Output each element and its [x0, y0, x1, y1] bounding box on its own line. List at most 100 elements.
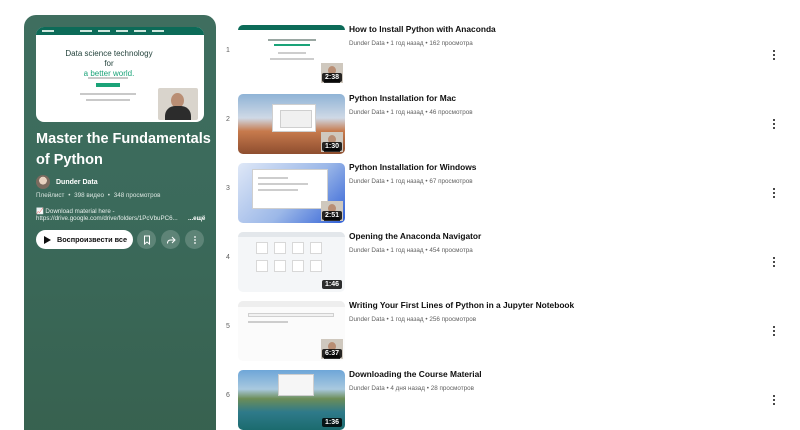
video-index: 2 — [226, 116, 230, 123]
video-channel[interactable]: Dunder Data — [349, 385, 385, 392]
video-channel[interactable]: Dunder Data — [349, 109, 385, 116]
video-channel[interactable]: Dunder Data — [349, 247, 385, 254]
share-playlist-button[interactable] — [161, 230, 180, 249]
meta-separator: • — [425, 40, 428, 47]
thumb-toolbar — [238, 232, 345, 237]
video-thumbnail[interactable]: 1:46 — [238, 232, 345, 292]
bookmark-icon — [143, 235, 150, 245]
play-all-label: Воспроизвести все — [57, 235, 127, 244]
video-thumbnail[interactable]: 6:37 — [238, 301, 345, 361]
site-nav-item — [98, 30, 110, 32]
presenter-body — [165, 106, 191, 120]
video-thumbnail[interactable]: 2:51 — [238, 163, 345, 223]
video-age: 1 год назад — [390, 40, 424, 47]
thumb-text — [278, 52, 306, 54]
thumbnail-text-line — [88, 77, 128, 79]
play-all-button[interactable]: Воспроизвести все — [36, 230, 133, 249]
video-thumbnail[interactable]: 1:36 — [238, 370, 345, 430]
playlist-video-row[interactable]: 1 2:38 How to Install Python with Anacon… — [220, 24, 790, 86]
thumb-app-tile — [274, 242, 286, 254]
thumb-text — [258, 177, 288, 179]
meta-separator: • — [386, 385, 389, 392]
save-playlist-button[interactable] — [137, 230, 156, 249]
video-thumbnail[interactable]: 1:30 — [238, 94, 345, 154]
playlist-video-row[interactable]: 4 1:46 Opening the Anaconda Navigator Du… — [220, 231, 790, 293]
video-title[interactable]: Writing Your First Lines of Python in a … — [349, 300, 574, 310]
more-vert-icon[interactable] — [769, 117, 779, 131]
channel-name[interactable]: Dunder Data — [56, 179, 98, 186]
description-more-button[interactable]: ...ещё — [188, 215, 205, 222]
meta-separator: • — [107, 192, 110, 199]
playlist-video-row[interactable]: 3 2:51 Python Installation for Windows D… — [220, 162, 790, 224]
video-index: 5 — [226, 323, 230, 330]
playlist-video-row[interactable]: 2 1:30 Python Installation for Mac Dunde… — [220, 93, 790, 155]
video-views: 28 просмотров — [430, 385, 474, 392]
playlist-page: Data science technology for a better wor… — [0, 0, 800, 430]
more-vert-icon[interactable] — [769, 324, 779, 338]
meta-separator: • — [425, 316, 428, 323]
site-nav-item — [152, 30, 164, 32]
more-vert-icon[interactable] — [769, 393, 779, 407]
more-vert-icon[interactable] — [769, 186, 779, 200]
meta-type: Плейлист — [36, 192, 65, 199]
thumbnail-cta-button — [96, 83, 120, 87]
video-channel[interactable]: Dunder Data — [349, 40, 385, 47]
meta-separator: • — [386, 316, 389, 323]
video-age: 1 год назад — [390, 316, 424, 323]
video-meta: Dunder Data • 1 год назад • 256 просмотр… — [349, 316, 476, 323]
video-views: 162 просмотра — [429, 40, 473, 47]
thumb-text — [248, 321, 288, 323]
thumb-text — [258, 189, 298, 191]
video-channel[interactable]: Dunder Data — [349, 316, 385, 323]
share-icon — [166, 236, 176, 244]
video-thumbnail[interactable]: 2:38 — [238, 25, 345, 85]
video-age: 1 год назад — [390, 178, 424, 185]
meta-separator: • — [425, 178, 428, 185]
thumb-app-tile — [274, 260, 286, 272]
video-title[interactable]: Python Installation for Windows — [349, 162, 476, 172]
meta-view-count: 348 просмотров — [113, 192, 161, 199]
video-index: 4 — [226, 254, 230, 261]
playlist-meta: Плейлист • 398 видео • 348 просмотров — [36, 192, 162, 199]
video-views: 256 просмотров — [429, 316, 477, 323]
playlist-video-row[interactable]: 5 6:37 Writing Your First Lines of Pytho… — [220, 300, 790, 362]
description-link[interactable]: https://drive.google.com/drive/folders/1… — [36, 215, 178, 222]
more-vert-icon[interactable] — [769, 255, 779, 269]
thumb-app-tile — [256, 242, 268, 254]
video-title[interactable]: Python Installation for Mac — [349, 93, 456, 103]
thumb-text — [258, 183, 308, 185]
video-title[interactable]: How to Install Python with Anaconda — [349, 24, 496, 34]
meta-separator: • — [386, 247, 389, 254]
video-channel[interactable]: Dunder Data — [349, 178, 385, 185]
thumb-text — [274, 44, 310, 46]
video-duration: 1:30 — [321, 142, 342, 151]
site-nav-item — [134, 30, 146, 32]
video-duration: 1:36 — [321, 418, 342, 427]
play-icon — [44, 235, 51, 244]
meta-separator: • — [426, 385, 429, 392]
presenter-webcam — [158, 88, 198, 120]
video-title[interactable]: Downloading the Course Material — [349, 369, 482, 379]
thumb-nav — [238, 25, 345, 30]
playlist-description-line-2[interactable]: https://drive.google.com/drive/folders/1… — [36, 215, 204, 222]
playlist-more-button[interactable] — [185, 230, 204, 249]
thumb-app-tile — [292, 242, 304, 254]
meta-separator: • — [425, 247, 428, 254]
thumb-text — [268, 39, 316, 41]
more-vert-icon[interactable] — [769, 48, 779, 62]
video-meta: Dunder Data • 4 дня назад • 28 просмотро… — [349, 385, 474, 392]
thumb-window — [278, 374, 314, 396]
video-age: 4 дня назад — [390, 385, 425, 392]
playlist-video-row[interactable]: 6 1:36 Downloading the Course Material D… — [220, 369, 790, 430]
video-meta: Dunder Data • 1 год назад • 46 просмотро… — [349, 109, 473, 116]
video-duration: 2:38 — [321, 73, 342, 82]
thumb-app-tile — [310, 242, 322, 254]
playlist-thumbnail[interactable]: Data science technology for a better wor… — [36, 27, 204, 122]
channel-avatar[interactable] — [36, 175, 50, 189]
video-views: 67 просмотров — [429, 178, 473, 185]
meta-separator: • — [386, 40, 389, 47]
meta-separator: • — [425, 109, 428, 116]
playlist-owner[interactable]: Dunder Data — [36, 175, 98, 189]
video-title[interactable]: Opening the Anaconda Navigator — [349, 231, 481, 241]
video-index: 3 — [226, 185, 230, 192]
